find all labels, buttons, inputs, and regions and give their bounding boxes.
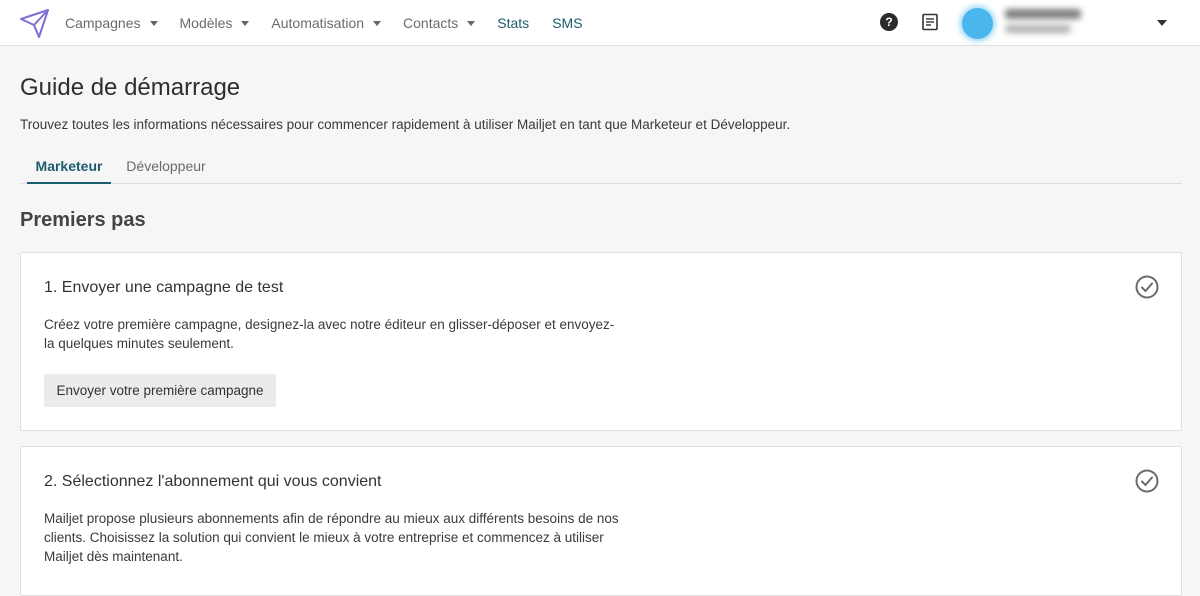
section-title: Premiers pas (20, 209, 146, 231)
page-title: Guide de démarrage (20, 74, 241, 101)
nav-sms[interactable]: SMS (552, 15, 582, 31)
chevron-down-icon (149, 20, 158, 26)
tab-developpeur[interactable]: Développeur (121, 148, 211, 184)
user-account-info[interactable] (1005, 9, 1125, 39)
chevron-down-icon[interactable] (1157, 20, 1167, 26)
news-icon[interactable] (921, 13, 939, 31)
mailjet-logo-icon[interactable] (19, 7, 51, 39)
step-title: 1. Envoyer une campagne de test (44, 279, 284, 296)
user-avatar[interactable] (962, 8, 993, 39)
nav-contacts[interactable]: Contacts (403, 15, 476, 31)
nav-modeles-label: Modèles (179, 15, 233, 31)
step-description: Créez votre première campagne, designez-… (44, 317, 615, 351)
nav-automatisation[interactable]: Automatisation (271, 15, 382, 31)
check-circle-icon (1135, 469, 1159, 493)
nav-stats-label: Stats (497, 15, 530, 31)
nav-campagnes[interactable]: Campagnes (65, 15, 158, 31)
step-description: Mailjet propose plusieurs abonnements af… (44, 511, 619, 564)
page-description: Trouvez toutes les informations nécessai… (20, 117, 791, 132)
tab-marketeur[interactable]: Marketeur (27, 148, 111, 184)
top-navigation-bar: Campagnes Modèles Automatisation Contact… (0, 0, 1200, 46)
check-circle-icon (1135, 275, 1159, 299)
chevron-down-icon (373, 20, 382, 26)
nav-campagnes-label: Campagnes (65, 15, 141, 31)
step-title: 2. Sélectionnez l'abonnement qui vous co… (44, 473, 382, 490)
nav-sms-label: SMS (552, 15, 583, 31)
send-first-campaign-button[interactable]: Envoyer votre première campagne (44, 374, 276, 407)
guide-tabs: Marketeur Développeur (20, 148, 1182, 184)
nav-modeles[interactable]: Modèles (180, 15, 250, 31)
chevron-down-icon (467, 20, 476, 26)
step-card: 1. Envoyer une campagne de test Créez vo… (20, 252, 1182, 431)
help-icon[interactable]: ? (880, 13, 898, 31)
nav-contacts-label: Contacts (403, 15, 459, 31)
nav-stats[interactable]: Stats (497, 15, 529, 31)
main-nav: Campagnes Modèles Automatisation Contact… (65, 0, 606, 46)
nav-automatisation-label: Automatisation (271, 15, 365, 31)
step-card: 2. Sélectionnez l'abonnement qui vous co… (20, 446, 1182, 596)
chevron-down-icon (241, 20, 250, 26)
